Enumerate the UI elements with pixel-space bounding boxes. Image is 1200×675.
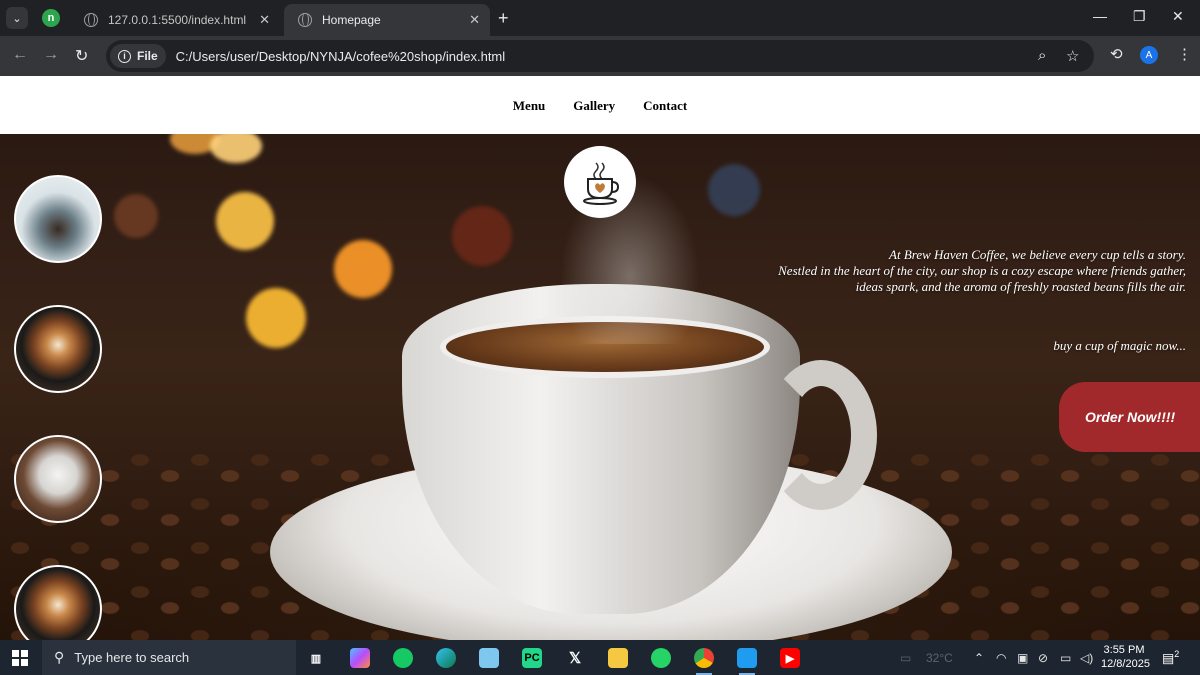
mute-icon[interactable]: ⊘ — [1038, 651, 1048, 665]
hero-section: At Brew Haven Coffee, we believe every c… — [0, 134, 1200, 640]
bookmark-star-icon[interactable]: ☆ — [1066, 47, 1079, 65]
back-icon[interactable]: ← — [12, 46, 28, 64]
brand-logo[interactable] — [564, 146, 636, 218]
tab-title: 127.0.0.1:5500/index.html — [108, 13, 247, 27]
chrome-icon[interactable] — [694, 648, 714, 675]
story-line: At Brew Haven Coffee, we believe every c… — [889, 247, 1186, 262]
site-nav: Menu Gallery Contact — [0, 76, 1200, 134]
profile-avatar[interactable]: A — [1140, 46, 1158, 64]
restore-icon[interactable]: ❐ — [1133, 8, 1146, 25]
bokeh-light — [334, 240, 392, 298]
youtube-icon[interactable]: ▶ — [780, 648, 800, 668]
bokeh-light — [114, 194, 158, 238]
search-icon: ⚲ — [54, 649, 65, 665]
order-now-button[interactable]: Order Now!!!! — [1059, 382, 1200, 452]
extensions-icon[interactable]: ⟲ — [1110, 45, 1123, 63]
gallery-thumb-latte-art[interactable] — [14, 305, 102, 393]
pinned-tab-icon[interactable]: n — [42, 9, 60, 27]
tab-strip: ⌄ n 127.0.0.1:5500/index.html ✕ Homepage… — [0, 0, 1200, 36]
close-tab-icon[interactable]: ✕ — [469, 12, 480, 28]
nav-menu[interactable]: Menu — [513, 96, 546, 114]
bokeh-light — [708, 164, 760, 216]
network-icon[interactable]: ◠ — [996, 651, 1006, 665]
vscode-icon[interactable] — [737, 648, 757, 675]
forward-icon[interactable]: → — [43, 46, 59, 64]
windows-taskbar: ⚲ Type here to search ▥ PC 𝕏 ▶ ▭ 32°C ⌃ … — [0, 640, 1200, 675]
bokeh-light — [246, 288, 306, 348]
zoom-icon[interactable]: ⌕ — [1038, 47, 1046, 64]
new-tab-icon[interactable]: + — [498, 8, 509, 29]
search-placeholder: Type here to search — [74, 650, 190, 665]
weather-temp[interactable]: 32°C — [926, 651, 953, 665]
copilot-icon[interactable] — [350, 648, 370, 668]
pycharm-icon[interactable]: PC — [522, 648, 542, 668]
menu-kebab-icon[interactable]: ⋮ — [1177, 45, 1192, 63]
gallery-thumb-espresso[interactable] — [14, 175, 102, 263]
weather-icon[interactable]: ▭ — [900, 651, 911, 665]
story-line: Nestled in the heart of the city, our sh… — [778, 263, 1186, 278]
info-icon: i — [118, 49, 131, 63]
coffee-cup-logo-icon — [583, 162, 620, 205]
whatsapp-icon[interactable] — [651, 648, 671, 668]
tray-expand-icon[interactable]: ⌃ — [974, 651, 984, 665]
files-icon[interactable] — [479, 648, 499, 668]
url-text: C:/Users/user/Desktop/NYNJA/cofee%20shop… — [175, 48, 506, 64]
bokeh-light — [216, 192, 274, 250]
tab-search-icon[interactable]: ⌄ — [6, 7, 28, 29]
nav-contact[interactable]: Contact — [643, 96, 687, 114]
web-page: Menu Gallery Contact At Brew Haven Coffe… — [0, 76, 1200, 640]
bokeh-light — [452, 206, 512, 266]
site-info-chip[interactable]: i File — [110, 44, 166, 68]
globe-icon — [298, 13, 312, 27]
taskbar-clock[interactable]: 3:55 PM 12/8/2025 — [1101, 643, 1150, 671]
taskbar-search[interactable]: ⚲ Type here to search — [42, 640, 296, 675]
close-window-icon[interactable]: ✕ — [1172, 8, 1184, 25]
reload-icon[interactable]: ↻ — [75, 46, 88, 66]
tagline: buy a cup of magic now... — [1053, 338, 1186, 353]
tab-live-server[interactable]: 127.0.0.1:5500/index.html ✕ — [70, 4, 280, 36]
notification-icon[interactable]: ▤2 — [1162, 649, 1179, 666]
edge-icon[interactable] — [436, 648, 456, 668]
minimize-icon[interactable]: — — [1093, 8, 1107, 24]
globe-icon — [84, 13, 98, 27]
clock-date: 12/8/2025 — [1101, 658, 1150, 670]
browser-toolbar: ← → ↻ i File C:/Users/user/Desktop/NYNJA… — [0, 36, 1200, 76]
file-explorer-icon[interactable] — [608, 648, 628, 668]
close-tab-icon[interactable]: ✕ — [259, 12, 270, 28]
tab-homepage[interactable]: Homepage ✕ — [284, 4, 490, 36]
file-chip-label: File — [137, 49, 158, 63]
x-icon[interactable]: 𝕏 — [565, 648, 585, 668]
bokeh-light — [210, 134, 262, 163]
notification-count: 2 — [1174, 649, 1180, 659]
volume-icon[interactable]: ◁) — [1080, 651, 1093, 665]
nav-gallery[interactable]: Gallery — [573, 96, 615, 114]
tray-app-icon[interactable]: ▣ — [1017, 651, 1028, 665]
gallery-thumb-cup-beans[interactable] — [14, 435, 102, 523]
tab-title: Homepage — [322, 13, 381, 27]
address-bar[interactable]: i File C:/Users/user/Desktop/NYNJA/cofee… — [106, 40, 1094, 72]
about-story: At Brew Haven Coffee, we believe every c… — [626, 247, 1186, 295]
windows-start-icon[interactable] — [12, 650, 28, 666]
task-view-icon[interactable]: ▥ — [306, 648, 326, 668]
battery-icon[interactable]: ▭ — [1060, 651, 1071, 665]
cup-handle — [765, 360, 877, 510]
story-line: ideas spark, and the aroma of freshly ro… — [855, 279, 1186, 294]
clock-time: 3:55 PM — [1103, 644, 1145, 656]
phone-link-icon[interactable] — [393, 648, 413, 668]
